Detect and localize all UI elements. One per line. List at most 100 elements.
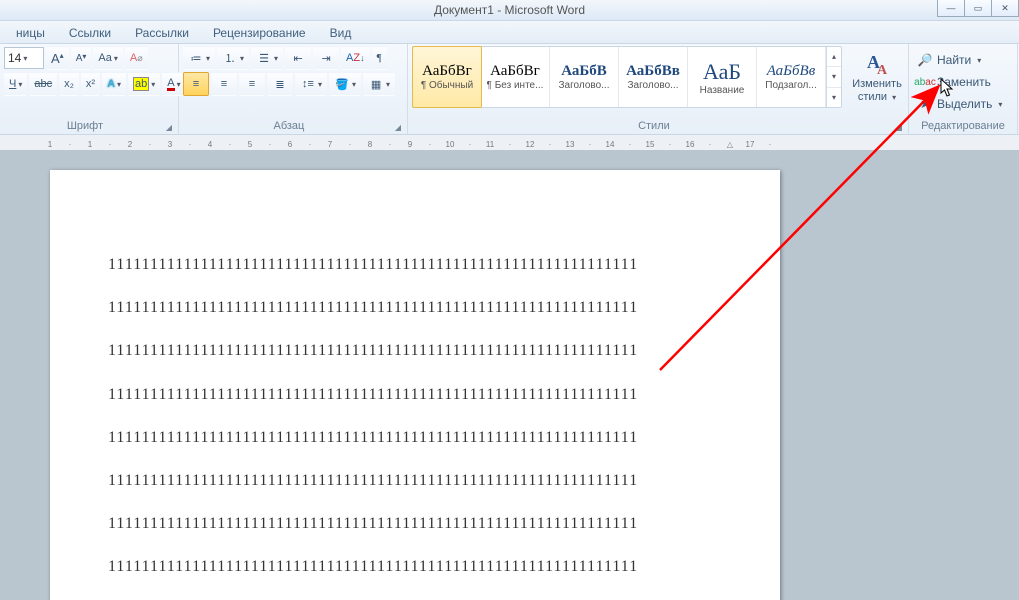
strikethrough-button[interactable]: abc: [29, 72, 57, 96]
ruler-tick: 6: [288, 138, 292, 150]
style-preview: АаБбВв: [767, 63, 816, 80]
ruler-tick: ·: [149, 138, 152, 150]
style-name: Название: [700, 85, 745, 96]
ruler-tick: 3: [168, 138, 172, 150]
ruler-tick: 11: [486, 138, 494, 150]
ruler-tick: ·: [709, 138, 712, 150]
ruler-tick: ·: [509, 138, 512, 150]
numbering-button[interactable]: ⒈▾: [217, 46, 249, 70]
shading-button[interactable]: 🪣▾: [329, 72, 361, 96]
style-item[interactable]: АаБбВЗаголово...: [550, 47, 619, 107]
ribbon-tab-strip: ницы Ссылки Рассылки Рецензирование Вид: [0, 21, 1019, 44]
style-preview: АаБбВг: [422, 63, 472, 80]
borders-button[interactable]: ▦▾: [363, 72, 395, 96]
paragraph[interactable]: 1111111111111111111111111111111111111111…: [108, 341, 722, 360]
ruler-tick: ·: [469, 138, 472, 150]
sort-button[interactable]: AZ↓: [341, 46, 370, 70]
style-item[interactable]: АаБНазвание: [688, 47, 757, 107]
ruler-tick: ·: [389, 138, 392, 150]
ruler-tick: △: [727, 138, 733, 150]
ruler-tick: ·: [549, 138, 552, 150]
ruler-tick: 14: [606, 138, 615, 150]
align-left-button[interactable]: ≡: [183, 72, 209, 96]
ruler-tick: ·: [629, 138, 632, 150]
minimize-button[interactable]: —: [937, 0, 965, 17]
change-case-button[interactable]: Aa▾: [93, 46, 122, 70]
tab-view[interactable]: Вид: [318, 23, 364, 43]
paragraph-group-launcher[interactable]: ◢: [395, 123, 403, 134]
change-styles-button[interactable]: AA Изменить стили ▾: [850, 46, 904, 108]
clear-formatting-button[interactable]: A⌀: [125, 46, 148, 70]
styles-gallery[interactable]: АаБбВг¶ ОбычныйАаБбВг¶ Без инте...АаБбВЗ…: [412, 46, 842, 108]
increase-indent-button[interactable]: ⇥: [313, 46, 339, 70]
title-bar: Документ1 - Microsoft Word — ▭ ✕: [0, 0, 1019, 21]
ruler-tick: ·: [349, 138, 352, 150]
style-name: ¶ Без инте...: [487, 80, 544, 91]
grow-font-button[interactable]: A▴: [46, 46, 69, 70]
ribbon: 14▾ A▴ A▾ Aa▾ A⌀ Ч▾ abc x₂ x² A▾ ab▾ A▾ …: [0, 44, 1019, 135]
maximize-button[interactable]: ▭: [964, 0, 992, 17]
text-effects-button[interactable]: A▾: [102, 72, 126, 96]
multilevel-list-button[interactable]: ☰▾: [251, 46, 283, 70]
styles-scroll-button[interactable]: ▴: [827, 47, 841, 67]
ruler-tick: ·: [429, 138, 432, 150]
align-center-button[interactable]: ≡: [211, 72, 237, 96]
ruler-tick: 7: [328, 138, 332, 150]
replace-button[interactable]: abac Заменить: [913, 72, 1013, 92]
ruler-tick: ·: [669, 138, 672, 150]
find-button[interactable]: 🔎 Найти ▾: [913, 50, 1013, 70]
page[interactable]: 1111111111111111111111111111111111111111…: [50, 170, 780, 600]
close-button[interactable]: ✕: [991, 0, 1019, 17]
bullets-button[interactable]: ≔▾: [183, 46, 215, 70]
style-item[interactable]: АаБбВвЗаголово...: [619, 47, 688, 107]
show-marks-button[interactable]: ¶: [372, 46, 387, 70]
paragraph[interactable]: 1111111111111111111111111111111111111111…: [108, 471, 722, 490]
style-item[interactable]: АаБбВвПодзагол...: [757, 47, 826, 107]
tab-review[interactable]: Рецензирование: [201, 23, 318, 43]
line-spacing-button[interactable]: ↕≡▾: [295, 72, 327, 96]
ruler-tick: 1: [88, 138, 92, 150]
window-title: Документ1 - Microsoft Word: [434, 3, 585, 17]
ruler-tick: ·: [769, 138, 772, 150]
shrink-font-button[interactable]: A▾: [71, 46, 92, 70]
cursor-icon: ➤: [917, 96, 933, 112]
select-button[interactable]: ➤ Выделить ▾: [913, 94, 1013, 114]
paragraph[interactable]: 1111111111111111111111111111111111111111…: [108, 557, 722, 576]
binoculars-icon: 🔎: [917, 52, 933, 68]
align-right-button[interactable]: ≡: [239, 72, 265, 96]
ruler-tick: 16: [686, 138, 695, 150]
justify-button[interactable]: ≣: [267, 72, 293, 96]
paragraph[interactable]: 1111111111111111111111111111111111111111…: [108, 385, 722, 404]
ruler-tick: 10: [446, 138, 455, 150]
subscript-button[interactable]: x₂: [59, 72, 79, 96]
highlight-button[interactable]: ab▾: [128, 72, 160, 96]
tab-pages[interactable]: ницы: [4, 23, 57, 43]
paragraph[interactable]: 1111111111111111111111111111111111111111…: [108, 298, 722, 317]
style-name: Заголово...: [559, 80, 610, 91]
svg-text:A: A: [877, 63, 888, 78]
style-item[interactable]: АаБбВг¶ Обычный: [412, 46, 482, 108]
ruler-tick: ·: [309, 138, 312, 150]
ruler-tick: ·: [269, 138, 272, 150]
styles-more-button[interactable]: ▾: [827, 88, 841, 107]
document-area: 1111111111111111111111111111111111111111…: [0, 150, 1019, 600]
paragraph[interactable]: 1111111111111111111111111111111111111111…: [108, 255, 722, 274]
paragraph[interactable]: 1111111111111111111111111111111111111111…: [108, 428, 722, 447]
style-item[interactable]: АаБбВг¶ Без инте...: [481, 47, 550, 107]
superscript-button[interactable]: x²: [81, 72, 100, 96]
decrease-indent-button[interactable]: ⇤: [285, 46, 311, 70]
styles-group-launcher[interactable]: ◢: [896, 123, 904, 134]
ruler-tick: 4: [208, 138, 212, 150]
font-group-launcher[interactable]: ◢: [166, 123, 174, 134]
ruler-tick: 5: [248, 138, 252, 150]
tab-references[interactable]: Ссылки: [57, 23, 123, 43]
ruler-tick: ·: [229, 138, 232, 150]
style-name: Заголово...: [628, 80, 679, 91]
styles-scroll-button[interactable]: ▾: [827, 67, 841, 87]
paragraph[interactable]: 1111111111111111111111111111111111111111…: [108, 514, 722, 533]
font-size-combo[interactable]: 14▾: [4, 47, 44, 69]
style-name: Подзагол...: [765, 80, 816, 91]
underline-button[interactable]: Ч▾: [4, 72, 27, 96]
ruler-tick: ·: [69, 138, 72, 150]
tab-mailings[interactable]: Рассылки: [123, 23, 201, 43]
